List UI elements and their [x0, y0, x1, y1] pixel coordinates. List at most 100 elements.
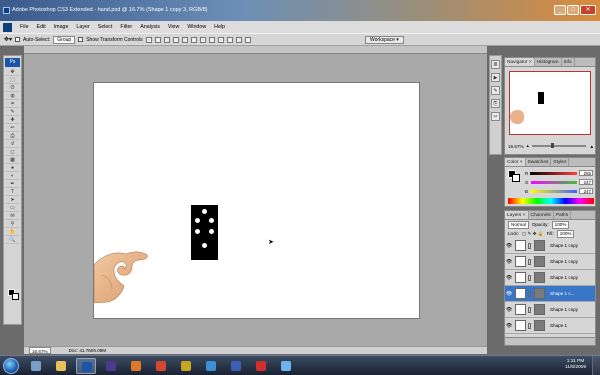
start-button[interactable] [3, 358, 19, 374]
align-left-icon[interactable] [172, 36, 179, 43]
menu-filter[interactable]: Filter [116, 24, 136, 30]
align-right-icon[interactable] [190, 36, 197, 43]
close-button[interactable]: ✕ [580, 5, 596, 15]
menu-file[interactable]: File [16, 24, 33, 30]
tool-presets-icon[interactable]: ✂ [491, 112, 500, 121]
layer-vector-mask[interactable] [534, 240, 545, 251]
distribute-center-icon[interactable] [235, 36, 242, 43]
color-background-swatch[interactable] [512, 174, 520, 182]
itunes-icon[interactable] [276, 358, 296, 374]
layer-vector-mask[interactable] [534, 256, 545, 267]
distribute-middle-icon[interactable] [208, 36, 215, 43]
zoom-out-icon[interactable]: ▴ [527, 143, 529, 149]
layer-row[interactable]: 👁 Shape 1 copy [505, 238, 595, 254]
align-bottom-icon[interactable] [163, 36, 170, 43]
navigator-thumbnail[interactable] [509, 71, 591, 135]
channel-b-value[interactable]: 247 [579, 188, 593, 194]
layer-name[interactable]: Shape 1 copy [550, 275, 578, 280]
auto-select-dropdown[interactable]: Group [53, 35, 76, 44]
dodge-icon[interactable]: ◐ [6, 173, 19, 180]
menu-help[interactable]: Help [210, 24, 229, 30]
channel-g-slider[interactable] [530, 180, 577, 184]
align-center-icon[interactable] [181, 36, 188, 43]
tab-paths[interactable]: Paths [554, 211, 572, 219]
marquee-icon[interactable]: ⬚ [6, 77, 19, 84]
healing-icon[interactable]: ✚ [6, 117, 19, 124]
visibility-eye-icon[interactable]: 👁 [505, 291, 513, 297]
slice-icon[interactable]: ✎ [6, 109, 19, 116]
maximize-button[interactable]: □ [567, 5, 579, 15]
firefox-icon[interactable] [126, 358, 146, 374]
layers-footer-toolbar[interactable] [505, 337, 595, 345]
clone-stamp-icon[interactable]: ⎙ [6, 133, 19, 140]
layer-name[interactable]: Shape 1 [550, 323, 567, 328]
eyedropper-icon[interactable]: ⚲ [6, 221, 19, 228]
layer-thumbnail[interactable] [515, 320, 526, 331]
tab-histogram[interactable]: Histogram [535, 58, 562, 66]
show-desktop-button[interactable] [592, 356, 600, 375]
lock-icons[interactable]: ▢ ✎ ✥ 🔒 [522, 231, 544, 237]
layer-row[interactable]: 👁 Shape 1 copy [505, 254, 595, 270]
zoom-icon[interactable]: 🔍 [6, 237, 19, 244]
doc-size-info[interactable]: Doc: 41.7M/6.09M [69, 347, 107, 354]
opacity-field[interactable]: 100% [551, 220, 570, 229]
fill-field[interactable]: 100% [556, 229, 575, 238]
app-icon[interactable] [251, 358, 271, 374]
layer-name[interactable]: Shape 1 copy [550, 307, 578, 312]
notes-icon[interactable]: ✉ [6, 213, 19, 220]
menu-edit[interactable]: Edit [33, 24, 50, 30]
layer-thumbnail[interactable] [515, 240, 526, 251]
chrome-icon[interactable] [151, 358, 171, 374]
align-middle-icon[interactable] [154, 36, 161, 43]
photoshop-icon[interactable] [76, 358, 96, 374]
color-spectrum-ramp[interactable] [508, 198, 594, 204]
zoom-level-field[interactable]: 16.67% [29, 347, 51, 354]
channel-r-slider[interactable] [530, 171, 577, 175]
tab-channels[interactable]: Channels [529, 211, 554, 219]
show-transform-checkbox[interactable] [78, 37, 84, 42]
clone-source-icon[interactable]: ⎘ [491, 99, 500, 108]
path-select-icon[interactable]: ➤ [6, 197, 19, 204]
crop-icon[interactable]: ⌗ [6, 101, 19, 108]
tab-color[interactable]: Color × [505, 158, 526, 166]
hand-icon[interactable]: ✋ [6, 229, 19, 236]
layer-row[interactable]: 👁 Shape 1 copy [505, 302, 595, 318]
rectangle-icon[interactable]: ▭ [6, 205, 19, 212]
layer-name[interactable]: Shape 1 c... [550, 291, 575, 296]
media-icon[interactable] [201, 358, 221, 374]
tab-styles[interactable]: Styles [551, 158, 570, 166]
folder-icon[interactable] [51, 358, 71, 374]
distribute-bottom-icon[interactable] [217, 36, 224, 43]
quick-select-icon[interactable]: ◍ [6, 93, 19, 100]
brushes-icon[interactable]: ✎ [491, 86, 500, 95]
align-top-icon[interactable] [145, 36, 152, 43]
workspace-button[interactable]: Workspace ▾ [365, 36, 404, 44]
navigator-zoom-slider[interactable] [531, 143, 587, 148]
tab-layers[interactable]: Layers × [505, 211, 529, 219]
visibility-eye-icon[interactable]: 👁 [505, 307, 513, 313]
layer-row[interactable]: 👁 Shape 1 [505, 318, 595, 334]
layer-thumbnail[interactable] [515, 256, 526, 267]
channel-b-slider[interactable] [530, 189, 577, 193]
tab-swatches[interactable]: Swatches [526, 158, 552, 166]
layer-vector-mask[interactable] [534, 288, 545, 299]
hand-image[interactable] [94, 245, 149, 303]
slider-knob[interactable] [550, 143, 554, 148]
layer-name[interactable]: Shape 1 copy [550, 243, 578, 248]
actions-icon[interactable]: ▶ [491, 73, 500, 82]
move-tool-preset-icon[interactable]: ✥▾ [4, 36, 12, 43]
menu-analysis[interactable]: Analysis [136, 24, 164, 30]
blend-mode-dropdown[interactable]: Normal [508, 220, 529, 229]
show-desktop-icon[interactable] [26, 358, 46, 374]
layer-thumbnail[interactable] [515, 272, 526, 283]
layer-thumbnail[interactable] [515, 288, 526, 299]
zoom-in-icon[interactable]: ▲ [589, 144, 594, 149]
visibility-eye-icon[interactable]: 👁 [505, 275, 513, 281]
layer-row[interactable]: 👁 Shape 1 copy [505, 270, 595, 286]
type-icon[interactable]: T [6, 189, 19, 196]
background-color-swatch[interactable] [12, 293, 19, 300]
blur-icon[interactable]: ● [6, 165, 19, 172]
visibility-eye-icon[interactable]: 👁 [505, 243, 513, 249]
lasso-icon[interactable]: ʘ [6, 85, 19, 92]
brush-icon[interactable]: ✏ [6, 125, 19, 132]
